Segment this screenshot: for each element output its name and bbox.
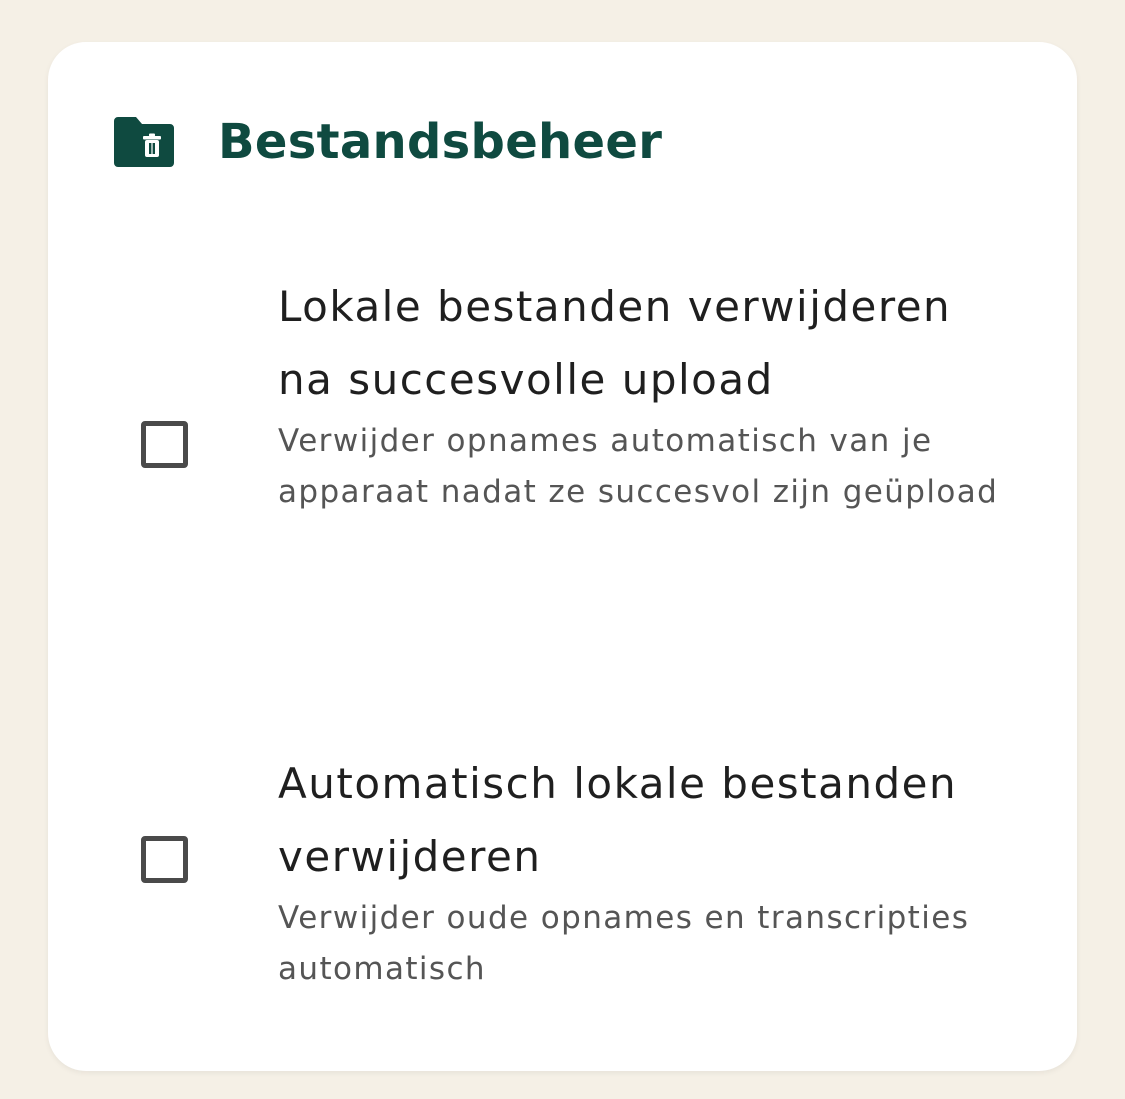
option-description: Verwijder oude opnames en transcripties … xyxy=(278,900,970,987)
auto-delete-checkbox[interactable] xyxy=(141,836,188,883)
option-title: Lokale bestanden verwijderen na succesvo… xyxy=(278,282,952,404)
option-text: Automatisch lokale bestanden verwijderen… xyxy=(278,747,1018,995)
settings-card: Bestandsbeheer Lokale bestanden verwijde… xyxy=(48,42,1077,1071)
option-title: Automatisch lokale bestanden verwijderen xyxy=(278,759,958,881)
folder-delete-icon xyxy=(114,117,174,167)
section-header: Bestandsbeheer xyxy=(114,112,662,172)
option-description: Verwijder opnames automatisch van je app… xyxy=(278,423,999,510)
section-title: Bestandsbeheer xyxy=(218,114,663,170)
delete-after-upload-checkbox[interactable] xyxy=(141,421,188,468)
option-text: Lokale bestanden verwijderen na succesvo… xyxy=(278,270,1018,518)
